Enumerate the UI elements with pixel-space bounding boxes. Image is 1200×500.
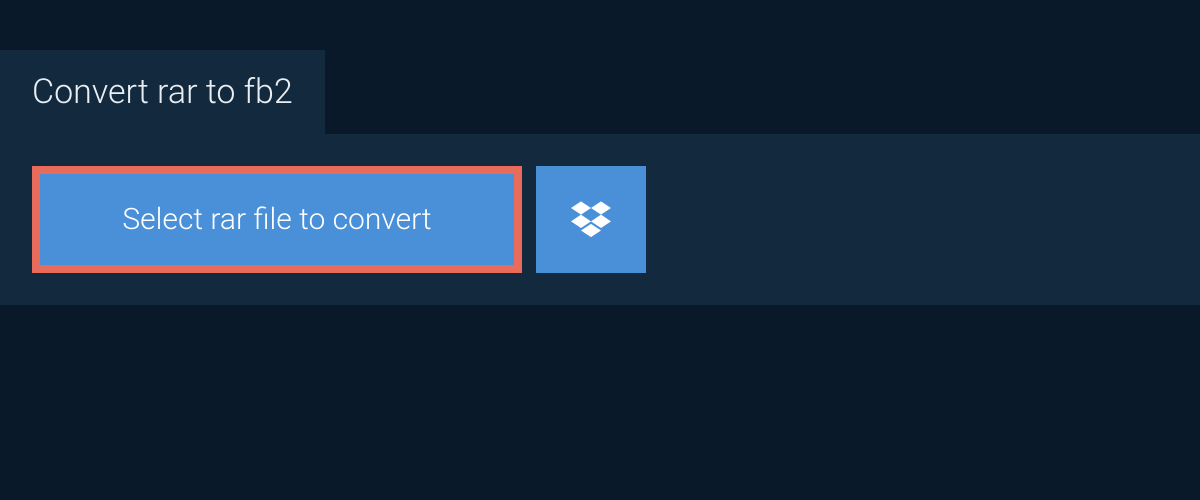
dropbox-button[interactable] bbox=[536, 166, 646, 273]
tab-header: Convert rar to fb2 bbox=[0, 50, 325, 134]
content-panel: Select rar file to convert bbox=[0, 134, 1200, 305]
select-file-label: Select rar file to convert bbox=[122, 202, 431, 237]
button-row: Select rar file to convert bbox=[32, 166, 1168, 273]
page-title: Convert rar to fb2 bbox=[32, 72, 293, 112]
select-file-button[interactable]: Select rar file to convert bbox=[32, 166, 522, 273]
dropbox-icon bbox=[571, 198, 611, 242]
